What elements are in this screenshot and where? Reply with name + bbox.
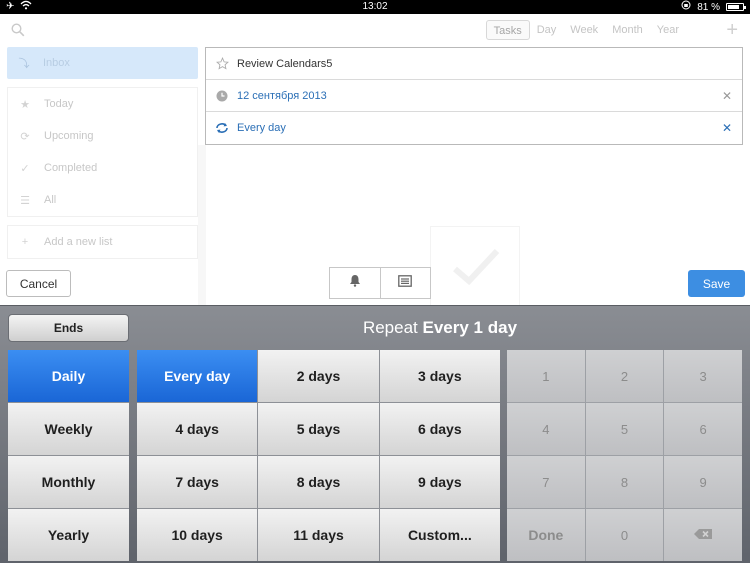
sidebar-item-label: Today [44, 98, 74, 110]
task-repeat[interactable]: Every day [237, 122, 286, 134]
frequency-monthly[interactable]: Monthly [8, 456, 129, 508]
keypad-key[interactable]: 5 [585, 403, 664, 455]
interval-option[interactable]: 7 days [137, 456, 258, 508]
clock-icon [215, 89, 229, 103]
interval-option[interactable]: 6 days [379, 403, 500, 455]
frequency-weekly[interactable]: Weekly [8, 403, 129, 455]
sidebar-item-inbox[interactable]: ⤵ Inbox [7, 47, 198, 79]
star-icon: ★ [20, 98, 30, 111]
airplane-icon: ✈ [6, 1, 15, 12]
interval-grid: Every day 2 days 3 days 4 days 5 days 6 … [137, 350, 500, 561]
notes-button[interactable] [379, 268, 431, 298]
repeat-picker: Ends Repeat Every 1 day Daily Weekly Mon… [0, 305, 750, 563]
repeat-icon [215, 121, 229, 135]
picker-title: Repeat Every 1 day [130, 318, 750, 338]
sidebar: ⤵ Inbox ★ Today ⟳ Upcoming ✓ Completed ☰… [7, 47, 198, 259]
add-task-icon[interactable]: + [726, 20, 738, 40]
backspace-icon [693, 528, 713, 543]
task-date[interactable]: 12 сентября 2013 [237, 90, 327, 102]
divider [198, 145, 206, 305]
sidebar-item-label: Completed [44, 162, 98, 174]
keypad-key[interactable]: 8 [585, 456, 664, 508]
status-time: 13:02 [362, 1, 388, 12]
star-outline-icon[interactable] [215, 57, 229, 71]
sidebar-group: ★ Today ⟳ Upcoming ✓ Completed ☰ All [7, 87, 198, 217]
checkmark-icon: ✓ [20, 162, 30, 175]
save-button[interactable]: Save [688, 270, 745, 297]
list-icon: ☰ [20, 194, 30, 207]
wifi-icon [20, 0, 32, 15]
add-list-label: Add a new list [44, 236, 113, 248]
sidebar-item-completed[interactable]: ✓ Completed [8, 152, 197, 184]
task-title-row[interactable]: Review Calendars5 [206, 48, 742, 80]
task-tools [329, 267, 431, 299]
interval-option[interactable]: 5 days [258, 403, 379, 455]
tab-tasks[interactable]: Tasks [485, 20, 530, 40]
keypad-key[interactable]: 1 [507, 350, 585, 402]
keypad-key[interactable]: 7 [507, 456, 585, 508]
repeat-icon: ⟳ [20, 130, 30, 143]
interval-option[interactable]: 4 days [137, 403, 258, 455]
rotation-lock-icon [681, 0, 691, 15]
keypad-key[interactable]: 9 [664, 456, 742, 508]
task-editor: Review Calendars5 12 сентября 2013 ✕ Eve… [205, 47, 743, 145]
search-icon[interactable] [11, 23, 25, 37]
picker-title-prefix: Repeat [362, 318, 418, 337]
sidebar-item-label: Upcoming [44, 130, 94, 142]
task-repeat-row[interactable]: Every day ✕ [206, 112, 742, 144]
keypad-key[interactable]: 2 [585, 350, 664, 402]
keypad-key[interactable]: 4 [507, 403, 585, 455]
toolbar: Tasks Day Week Month Year + [0, 14, 750, 48]
clear-date-icon[interactable]: ✕ [722, 89, 732, 103]
battery-icon [726, 3, 746, 11]
keypad: 1 2 3 4 5 6 7 8 9 Done 0 [507, 350, 742, 561]
view-tabs: Tasks Day Week Month Year [485, 20, 686, 40]
sidebar-item-upcoming[interactable]: ⟳ Upcoming [8, 120, 197, 152]
backspace-key[interactable] [664, 509, 742, 561]
sidebar-item-label: Inbox [43, 57, 70, 69]
clear-repeat-icon[interactable]: ✕ [722, 121, 732, 135]
battery-percent: 81 % [697, 1, 720, 13]
tab-year[interactable]: Year [650, 20, 686, 40]
keypad-done-key[interactable]: Done [507, 509, 585, 561]
interval-custom[interactable]: Custom... [379, 509, 500, 561]
task-date-row[interactable]: 12 сентября 2013 ✕ [206, 80, 742, 112]
interval-option[interactable]: Every day [137, 350, 258, 402]
keypad-key[interactable]: 6 [664, 403, 742, 455]
interval-option[interactable]: 8 days [258, 456, 379, 508]
empty-state-checkmark [430, 226, 520, 306]
frequency-daily[interactable]: Daily [8, 350, 129, 402]
task-title[interactable]: Review Calendars5 [237, 58, 332, 70]
ends-button[interactable]: Ends [8, 314, 129, 342]
status-bar: ✈ 13:02 81 % [0, 0, 750, 14]
keypad-key[interactable]: 3 [664, 350, 742, 402]
plus-icon: + [21, 236, 29, 248]
reminder-button[interactable] [330, 268, 380, 298]
add-list-row[interactable]: + Add a new list [7, 225, 198, 259]
interval-option[interactable]: 11 days [258, 509, 379, 561]
frequency-yearly[interactable]: Yearly [8, 509, 129, 561]
inbox-arrow-icon: ⤵ [18, 58, 30, 70]
keypad-key[interactable]: 0 [585, 509, 664, 561]
interval-option[interactable]: 9 days [379, 456, 500, 508]
interval-option[interactable]: 3 days [379, 350, 500, 402]
sidebar-item-all[interactable]: ☰ All [8, 184, 197, 216]
tab-month[interactable]: Month [605, 20, 650, 40]
tab-week[interactable]: Week [563, 20, 605, 40]
bell-icon [349, 274, 361, 292]
interval-option[interactable]: 10 days [137, 509, 258, 561]
tab-day[interactable]: Day [530, 20, 564, 40]
interval-option[interactable]: 2 days [258, 350, 379, 402]
picker-title-value: Every 1 day [422, 318, 518, 337]
battery-level [728, 5, 740, 9]
frequency-grid: Daily Weekly Monthly Yearly [8, 350, 129, 561]
sidebar-item-label: All [44, 194, 57, 206]
sidebar-item-today[interactable]: ★ Today [8, 88, 197, 120]
note-icon [398, 274, 413, 292]
cancel-button[interactable]: Cancel [6, 270, 71, 297]
